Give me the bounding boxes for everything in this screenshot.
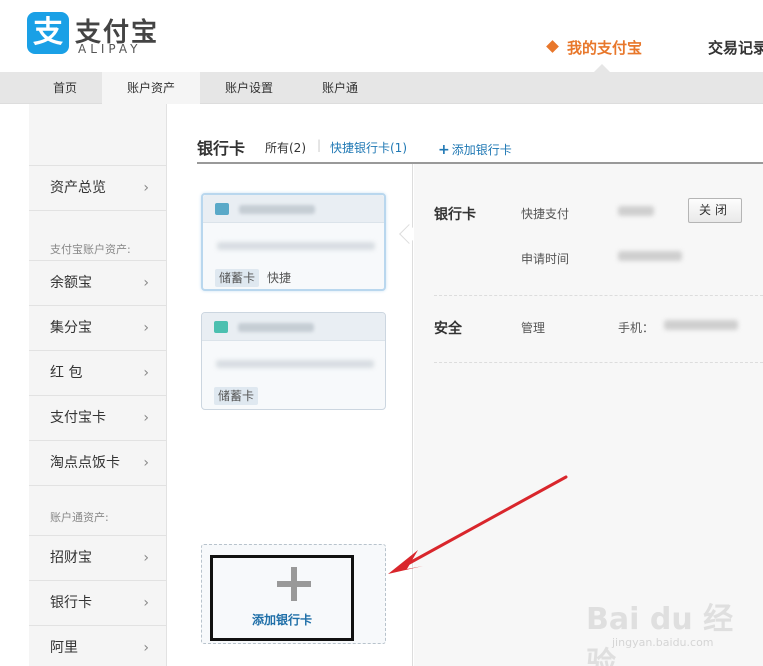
bank-logo-icon xyxy=(214,321,228,333)
detail-divider xyxy=(434,362,763,363)
sidebar-item-label: 集分宝 xyxy=(50,320,92,336)
chevron-right-icon: › xyxy=(143,410,149,426)
chevron-right-icon: › xyxy=(143,550,149,566)
chevron-right-icon: › xyxy=(143,180,149,196)
tab-account-assets[interactable]: 账户资产 xyxy=(102,72,200,104)
add-bank-card-link[interactable]: + 添加银行卡 xyxy=(438,141,512,158)
sidebar-category-tong: 账户通资产: xyxy=(29,485,166,535)
arrow-shaft xyxy=(402,475,568,568)
apply-time-redacted xyxy=(618,251,682,261)
chevron-right-icon: › xyxy=(143,455,149,471)
nav-my-alipay[interactable]: 我的支付宝 xyxy=(546,37,643,58)
bank-name-redacted xyxy=(238,323,314,332)
sidebar-item-ali[interactable]: 阿里 › xyxy=(29,625,166,666)
sidebar-item-label: 支付宝卡 xyxy=(50,410,106,426)
plus-icon xyxy=(277,567,311,601)
baidu-watermark-url: jingyan.baidu.com xyxy=(612,636,714,649)
brand-name-en: ALIPAY xyxy=(78,42,142,56)
detail-quick-pay: 快捷支付 xyxy=(521,207,570,221)
sidebar-category-alipay: 支付宝账户资产: xyxy=(29,210,166,260)
arrow-head xyxy=(388,550,423,574)
bank-card-item[interactable]: 储蓄卡 xyxy=(201,312,386,410)
sidebar-item-label: 红 包 xyxy=(50,365,83,381)
sidebar-item-hongbao[interactable]: 红 包 › xyxy=(29,350,166,394)
add-bank-card-label: 添加银行卡 xyxy=(251,613,312,627)
chevron-right-icon: › xyxy=(143,640,149,656)
tab-home[interactable]: 首页 xyxy=(16,72,114,104)
sub-navigation: 首页 账户资产 账户设置 账户通 xyxy=(0,72,763,104)
tab-account-tong[interactable]: 账户通 xyxy=(291,72,389,104)
detail-apply-time: 申请时间 xyxy=(521,252,570,266)
sidebar: 资产总览 › 支付宝账户资产: 余额宝 › 集分宝 › 红 包 › 支付宝卡 › 淘点点饭… xyxy=(29,104,167,666)
bank-name-redacted xyxy=(239,205,315,214)
bank-logo-icon xyxy=(215,203,229,215)
chevron-right-icon: › xyxy=(143,320,149,336)
tab-quick-cards[interactable]: 快捷银行卡(1) xyxy=(330,139,407,156)
card-quick-tag: 快捷 xyxy=(267,271,292,285)
nav-caret-icon xyxy=(594,64,610,72)
sidebar-item-alipay-card[interactable]: 支付宝卡 › xyxy=(29,395,166,439)
page-title: 银行卡 xyxy=(197,139,246,158)
card-number-redacted xyxy=(217,242,375,250)
sidebar-item-yuebao[interactable]: 余额宝 › xyxy=(29,260,166,304)
tab-account-settings[interactable]: 账户设置 xyxy=(200,72,298,104)
nav-transactions[interactable]: 交易记录 xyxy=(708,37,763,58)
card-type-tag: 储蓄卡 xyxy=(215,269,260,287)
sidebar-item-overview[interactable]: 资产总览 › xyxy=(29,165,166,209)
detail-divider xyxy=(434,295,763,296)
sidebar-item-label: 资产总览 xyxy=(50,180,106,196)
chevron-right-icon: › xyxy=(143,275,149,291)
left-margin xyxy=(0,104,29,666)
add-bank-card-link-label: 添加银行卡 xyxy=(451,143,512,157)
phone-number-redacted xyxy=(664,320,738,330)
card-detail-panel xyxy=(414,164,763,666)
sidebar-item-bank-card[interactable]: 银行卡 › xyxy=(29,580,166,624)
tab-all-cards[interactable]: 所有(2) xyxy=(265,139,306,156)
chevron-right-icon: › xyxy=(143,595,149,611)
card-header xyxy=(203,195,384,223)
sidebar-item-label: 银行卡 xyxy=(50,595,92,611)
sidebar-item-label: 余额宝 xyxy=(50,275,92,291)
sidebar-item-zhaocaibao[interactable]: 招财宝 › xyxy=(29,535,166,579)
detail-phone-label: 手机： xyxy=(618,321,655,335)
card-number-redacted xyxy=(216,360,374,368)
chevron-right-icon: › xyxy=(143,365,149,381)
baidu-watermark: Bai du 经验 xyxy=(586,602,734,666)
close-quick-pay-button[interactable]: 关闭 xyxy=(688,198,742,223)
sidebar-item-label: 阿里 xyxy=(50,640,78,656)
card-header xyxy=(202,313,385,341)
tab-separator: | xyxy=(317,138,322,152)
alipay-logo-icon[interactable]: 支 xyxy=(27,12,69,54)
detail-security-label: 安全 xyxy=(434,321,462,337)
sidebar-item-jifenbao[interactable]: 集分宝 › xyxy=(29,305,166,349)
sidebar-item-meal-card[interactable]: 淘点点饭卡 › xyxy=(29,440,166,484)
nav-my-alipay-label: 我的支付宝 xyxy=(567,39,643,57)
nav-bullet-icon xyxy=(546,40,559,53)
detail-bank-label: 银行卡 xyxy=(434,207,476,223)
plus-icon: + xyxy=(438,142,450,158)
bank-card-item[interactable]: 储蓄卡 快捷 xyxy=(201,193,386,291)
annotation-arrow xyxy=(388,475,568,574)
card-type-tag: 储蓄卡 xyxy=(214,387,259,405)
sidebar-item-label: 淘点点饭卡 xyxy=(50,455,120,471)
sidebar-item-label: 招财宝 xyxy=(50,550,92,566)
detail-manage[interactable]: 管理 xyxy=(521,319,545,336)
quick-pay-status-redacted xyxy=(618,206,654,216)
